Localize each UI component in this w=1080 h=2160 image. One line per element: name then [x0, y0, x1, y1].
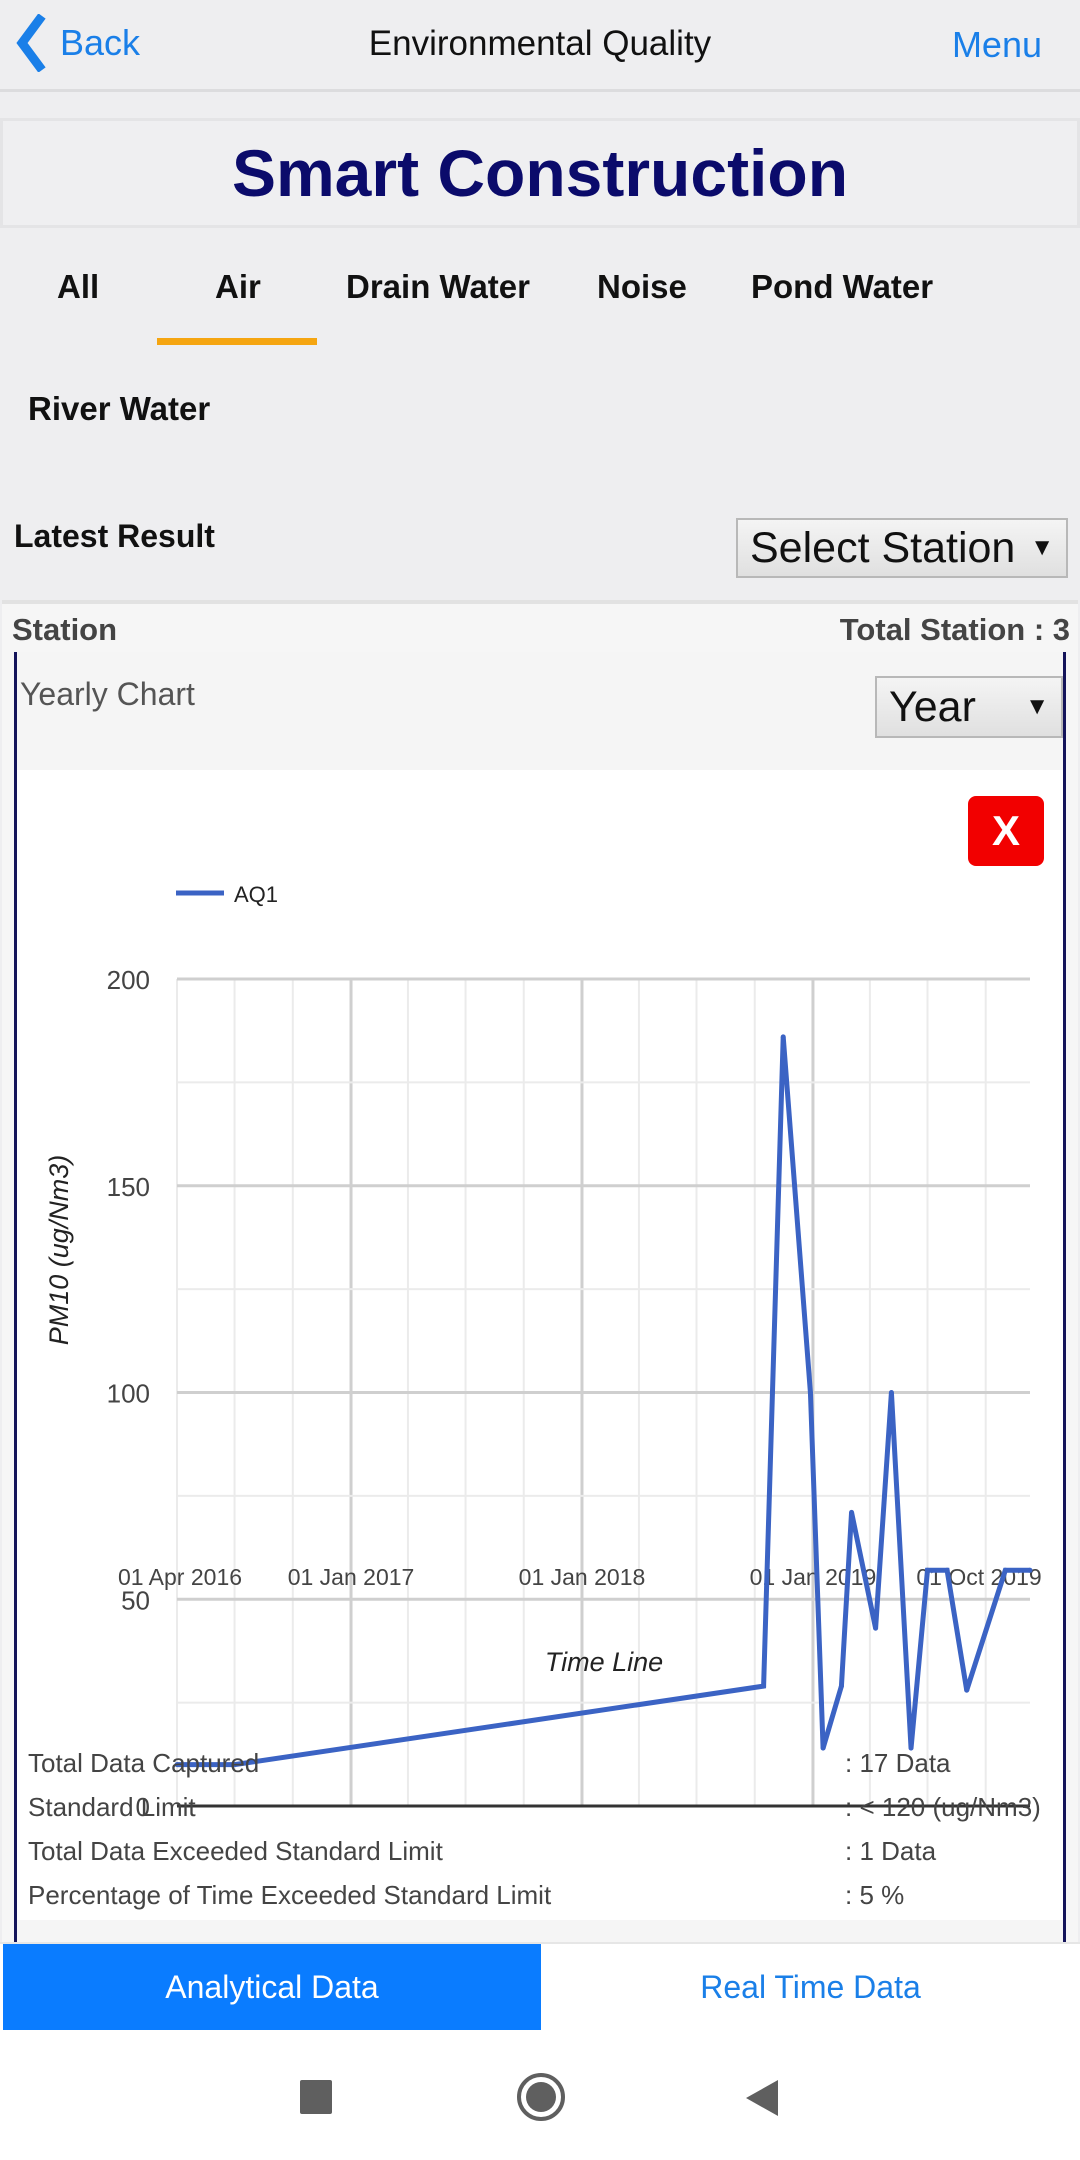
stat-value: : 17 Data [845, 1748, 951, 1778]
data-point [838, 1683, 844, 1689]
select-station-value: Select Station [750, 523, 1016, 572]
stat-label: Standard Limit [28, 1792, 196, 1822]
tab-drain-water[interactable]: Drain Water [346, 268, 530, 306]
data-point [780, 1034, 786, 1040]
tab-noise[interactable]: Noise [597, 268, 687, 306]
active-tab-indicator [157, 338, 317, 345]
close-chart-button[interactable]: X [968, 796, 1044, 866]
data-point [820, 1745, 826, 1751]
tab-air[interactable]: Air [215, 268, 261, 306]
select-station-dropdown[interactable]: Select Station ▼ [736, 518, 1068, 578]
real-time-data-tab[interactable]: Real Time Data [541, 1944, 1080, 2030]
y-tick-label: 200 [107, 965, 150, 995]
data-point [1027, 1567, 1033, 1573]
data-point [849, 1509, 855, 1515]
x-tick-label: 01 Apr 2016 [118, 1564, 242, 1590]
x-axis-title: Time Line [545, 1647, 663, 1677]
top-bar: Back Environmental Quality Menu [0, 0, 1080, 92]
chart-panel-title: Yearly Chart [20, 676, 195, 712]
data-point [924, 1567, 930, 1573]
data-point [964, 1687, 970, 1693]
station-label: Station [12, 612, 118, 647]
data-point [944, 1567, 950, 1573]
analytical-data-tab[interactable]: Analytical Data [3, 1944, 541, 2030]
stat-label: Total Data Exceeded Standard Limit [28, 1836, 443, 1866]
stat-label: Total Data Captured [28, 1748, 260, 1778]
total-station: Total Station : 3 [839, 612, 1070, 647]
data-point [1002, 1567, 1008, 1573]
period-dropdown[interactable]: Year ▼ [875, 676, 1063, 738]
home-icon[interactable] [515, 2070, 567, 2124]
tab-pond-water[interactable]: Pond Water [751, 268, 933, 306]
back-nav-icon[interactable] [746, 2080, 778, 2116]
dropdown-arrow-icon: ▼ [1030, 534, 1054, 561]
stat-value: : 1 Data [845, 1836, 937, 1866]
data-point [873, 1625, 879, 1631]
y-axis-title: PM10 (ug/Nm3) [44, 1155, 74, 1346]
app-banner: Smart Construction [0, 118, 1080, 228]
stat-value: : 5 % [845, 1880, 905, 1910]
menu-button[interactable]: Menu [952, 24, 1042, 66]
data-point [888, 1390, 894, 1395]
y-tick-label: 100 [107, 1379, 150, 1409]
x-tick-label: 01 Jan 2017 [288, 1564, 415, 1590]
tab-river-water[interactable]: River Water [28, 390, 210, 428]
x-tick-label: 01 Jan 2018 [519, 1564, 646, 1590]
stat-label: Percentage of Time Exceeded Standard Lim… [28, 1880, 552, 1910]
legend-label: AQ1 [234, 882, 278, 907]
screen-title: Environmental Quality [368, 24, 712, 63]
tab-all[interactable]: All [57, 268, 99, 306]
recent-apps-icon[interactable] [300, 2080, 332, 2114]
period-value: Year [889, 682, 976, 731]
dropdown-arrow-icon: ▼ [1025, 693, 1049, 720]
data-point [807, 1390, 813, 1395]
data-point [761, 1683, 767, 1689]
y-tick-label: 150 [107, 1172, 150, 1202]
system-nav-bar [0, 2030, 1080, 2160]
latest-result-label: Latest Result [14, 518, 215, 554]
stat-value: : < 120 (ug/Nm3) [845, 1792, 1041, 1822]
